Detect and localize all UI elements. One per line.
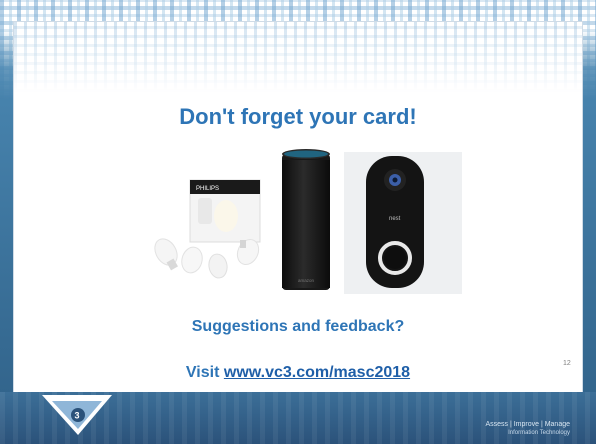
nest-brand-text: nest [389, 216, 401, 222]
slide: Don't forget your card! PHILIPS amazon n… [0, 0, 596, 444]
vc3-logo: 3 [38, 393, 116, 437]
svg-text:3: 3 [75, 411, 80, 421]
amazon-echo: amazon [282, 149, 330, 290]
panel-mosaic-fade [14, 22, 582, 92]
visit-prefix: Visit [185, 364, 224, 381]
hue-starter-kit: PHILIPS [154, 179, 261, 279]
page-number: 12 [563, 360, 571, 367]
echo-brand-text: amazon [298, 278, 315, 283]
footer-tagline: Assess | Improve | Manage Information Te… [485, 420, 570, 438]
vc3-link[interactable]: www.vc3.com/masc2018 [224, 364, 410, 381]
tagline-main: Assess | Improve | Manage [485, 421, 570, 428]
visit-line: Visit www.vc3.com/masc2018 [0, 364, 596, 382]
vc3-logo-icon: 3 [42, 395, 112, 435]
product-image: PHILIPS amazon nest [148, 148, 462, 298]
suggestions-text: Suggestions and feedback? [191, 318, 405, 335]
nest-doorbell: nest [344, 152, 462, 294]
product-illustration: PHILIPS amazon nest [154, 149, 462, 294]
hue-brand-text: PHILIPS [196, 186, 219, 192]
tagline-sub: Information Technology [508, 430, 570, 436]
slide-title: Don't forget your card! [179, 104, 417, 129]
